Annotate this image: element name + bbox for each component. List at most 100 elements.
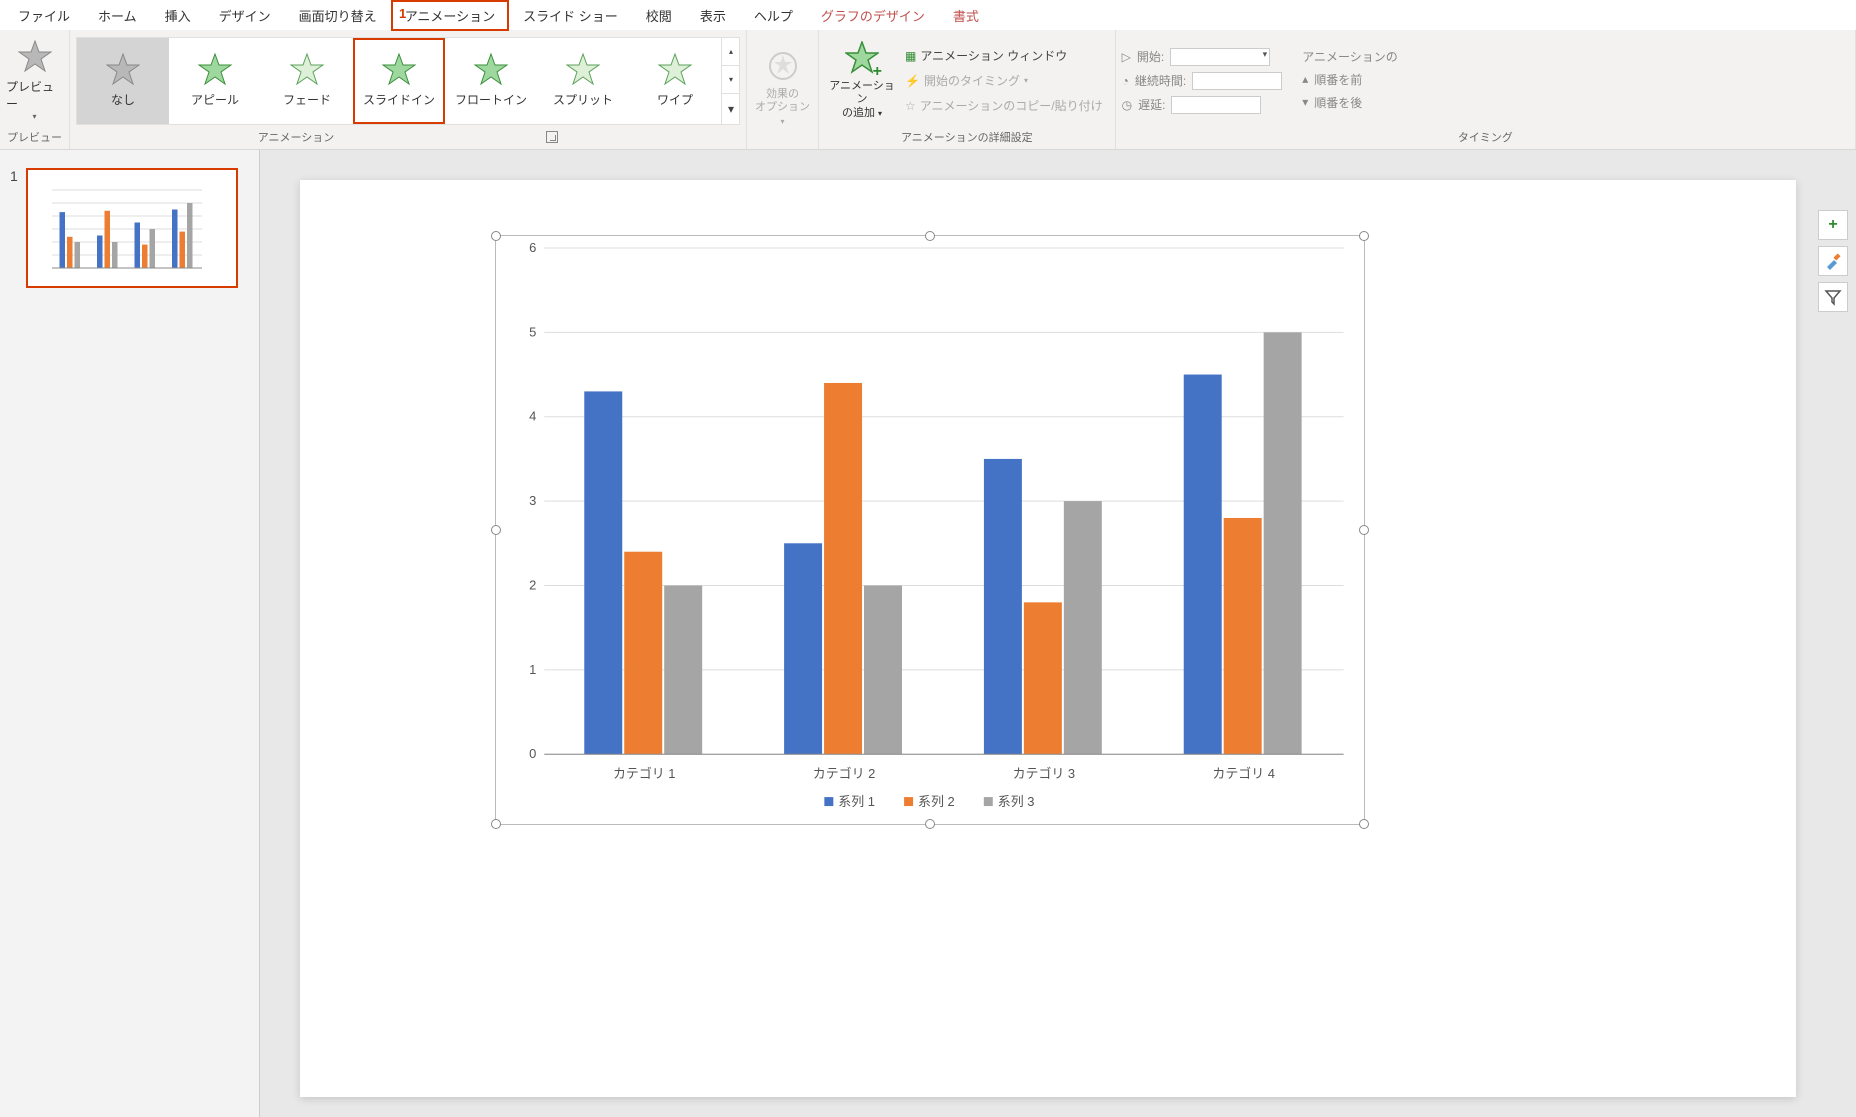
chart-element-tools: + — [1818, 210, 1848, 312]
animation-pane-icon: ▦ — [905, 49, 916, 63]
selection-handle[interactable] — [491, 525, 501, 535]
move-later-button: ▾ 順番を後 — [1302, 94, 1398, 111]
svg-text:3: 3 — [529, 493, 536, 508]
svg-text:0: 0 — [529, 746, 536, 761]
anim-item-label: なし — [111, 91, 135, 108]
menu-design[interactable]: デザイン — [205, 0, 285, 31]
menu-transitions[interactable]: 画面切り替え — [285, 0, 391, 31]
chart-elements-button[interactable]: + — [1818, 210, 1848, 240]
thumbnail-chart — [42, 178, 222, 278]
reorder-label: アニメーションの — [1302, 48, 1398, 65]
menu-review[interactable]: 校閲 — [632, 0, 686, 31]
menu-slideshow[interactable]: スライド ショー — [509, 0, 632, 31]
star-icon — [290, 53, 324, 87]
menu-view[interactable]: 表示 — [686, 0, 740, 31]
animation-gallery[interactable]: なし アピール フェード スライドイン フロートイン スプリットワイプ ▴ ▾ ▾ — [76, 37, 740, 125]
group-label-advanced: アニメーションの詳細設定 — [825, 127, 1109, 147]
ribbon: プレビュー ▾ プレビュー なし アピール フェード スライドイン フロートイン スプリッ… — [0, 30, 1856, 150]
menu-insert[interactable]: 挿入 — [151, 0, 205, 31]
svg-text:系列 3: 系列 3 — [998, 794, 1035, 809]
effect-options-icon — [766, 49, 800, 86]
slide-editor[interactable]: 0123456カテゴリ 1カテゴリ 2カテゴリ 3カテゴリ 4系列 1系列 2系… — [260, 150, 1856, 1117]
svg-text:2: 2 — [529, 577, 536, 592]
menu-bar: ファイル ホーム 挿入 デザイン 画面切り替え アニメーション スライド ショー… — [0, 0, 1856, 30]
selection-handle[interactable] — [1359, 231, 1369, 241]
down-arrow-icon: ▾ — [1302, 95, 1308, 109]
effect-options-label: 効果の オプション ▾ — [753, 88, 812, 128]
selection-handle[interactable] — [925, 231, 935, 241]
add-animation-button[interactable]: + アニメーション の追加 ▾ — [825, 38, 899, 124]
svg-text:1: 1 — [529, 662, 536, 677]
svg-text:5: 5 — [529, 324, 536, 339]
start-dropdown[interactable]: ▾ — [1170, 48, 1270, 66]
delay-icon: ◷ — [1122, 98, 1132, 112]
effect-options-button: 効果の オプション ▾ — [753, 46, 812, 132]
menu-animations[interactable]: アニメーション — [391, 0, 509, 31]
add-animation-icon: + — [845, 41, 879, 78]
animation-dialog-launcher[interactable] — [546, 131, 558, 143]
menu-home[interactable]: ホーム — [84, 0, 151, 31]
svg-text:カテゴリ 1: カテゴリ 1 — [613, 766, 676, 781]
painter-icon: ☆ — [905, 99, 916, 113]
anim-item-label: アピール — [191, 91, 239, 108]
menu-file[interactable]: ファイル — [4, 0, 84, 31]
animation-painter-button: ☆ アニメーションのコピー/貼り付け — [905, 97, 1103, 114]
anim-item-1[interactable]: アピール — [169, 38, 261, 124]
bar-chart[interactable]: 0123456カテゴリ 1カテゴリ 2カテゴリ 3カテゴリ 4系列 1系列 2系… — [496, 236, 1364, 824]
chart-object[interactable]: 0123456カテゴリ 1カテゴリ 2カテゴリ 3カテゴリ 4系列 1系列 2系… — [495, 235, 1365, 825]
anim-item-label: スプリット — [553, 91, 613, 108]
timing-duration-row[interactable]: ◔ 継続時間: — [1122, 72, 1283, 90]
anim-item-4[interactable]: フロートイン — [445, 38, 537, 124]
animation-pane-button[interactable]: ▦ アニメーション ウィンドウ — [905, 47, 1103, 64]
group-label-timing: タイミング — [1122, 127, 1849, 147]
svg-text:カテゴリ 2: カテゴリ 2 — [813, 766, 876, 781]
menu-help[interactable]: ヘルプ — [740, 0, 807, 31]
anim-item-label: フロートイン — [455, 91, 527, 108]
chevron-down-icon: ▾ — [32, 112, 36, 121]
svg-text:6: 6 — [529, 240, 536, 255]
duration-spinner[interactable] — [1192, 72, 1282, 90]
anim-item-label: フェード — [283, 91, 331, 108]
selection-handle[interactable] — [491, 819, 501, 829]
menu-chart-design[interactable]: グラフのデザイン — [807, 0, 939, 31]
anim-item-2[interactable]: フェード — [261, 38, 353, 124]
star-icon — [566, 53, 600, 87]
selection-handle[interactable] — [1359, 525, 1369, 535]
timing-delay-row[interactable]: ◷ 遅延: — [1122, 96, 1283, 114]
selection-handle[interactable] — [925, 819, 935, 829]
gallery-scroll-down[interactable]: ▾ — [722, 66, 740, 94]
selection-handle[interactable] — [1359, 819, 1369, 829]
move-earlier-button: ▴ 順番を前 — [1302, 71, 1398, 88]
advanced-animation-column: ▦ アニメーション ウィンドウ ⚡ 開始のタイミング ▾ ☆ アニメーションのコ… — [899, 47, 1109, 114]
anim-item-0[interactable]: なし — [77, 38, 169, 124]
slide-thumbnail-panel[interactable]: 1 — [0, 150, 260, 1117]
chart-filters-button[interactable] — [1818, 282, 1848, 312]
menu-format[interactable]: 書式 — [939, 0, 993, 31]
trigger-icon: ⚡ — [905, 74, 920, 88]
delay-spinner[interactable] — [1171, 96, 1261, 114]
anim-item-label: スライドイン — [363, 91, 435, 108]
svg-text:系列 1: 系列 1 — [838, 794, 875, 809]
add-animation-label: アニメーション の追加 ▾ — [825, 80, 899, 120]
selection-handle[interactable] — [491, 231, 501, 241]
preview-button[interactable]: プレビュー ▾ — [6, 38, 63, 124]
chart-styles-button[interactable] — [1818, 246, 1848, 276]
timing-start-row[interactable]: ▷ 開始: ▾ — [1122, 48, 1283, 66]
callout-1: 1 — [399, 6, 406, 21]
anim-item-3[interactable]: スライドイン — [353, 38, 445, 124]
anim-item-5[interactable]: スプリット — [537, 38, 629, 124]
gallery-more-button[interactable]: ▾ — [722, 94, 740, 124]
preview-label: プレビュー — [6, 78, 63, 112]
gallery-scroll-up[interactable]: ▴ — [722, 38, 740, 66]
svg-text:系列 2: 系列 2 — [918, 794, 955, 809]
svg-text:4: 4 — [529, 409, 536, 424]
slide-canvas[interactable]: 0123456カテゴリ 1カテゴリ 2カテゴリ 3カテゴリ 4系列 1系列 2系… — [300, 180, 1796, 1097]
up-arrow-icon: ▴ — [1302, 72, 1308, 86]
slide-thumbnail-1[interactable] — [26, 168, 238, 288]
star-icon — [198, 53, 232, 87]
trigger-button: ⚡ 開始のタイミング ▾ — [905, 72, 1103, 89]
group-label-animation: アニメーション — [258, 129, 335, 145]
anim-item-6[interactable]: ワイプ — [629, 38, 721, 124]
duration-icon: ◔ — [1122, 74, 1129, 88]
star-icon — [382, 53, 416, 87]
